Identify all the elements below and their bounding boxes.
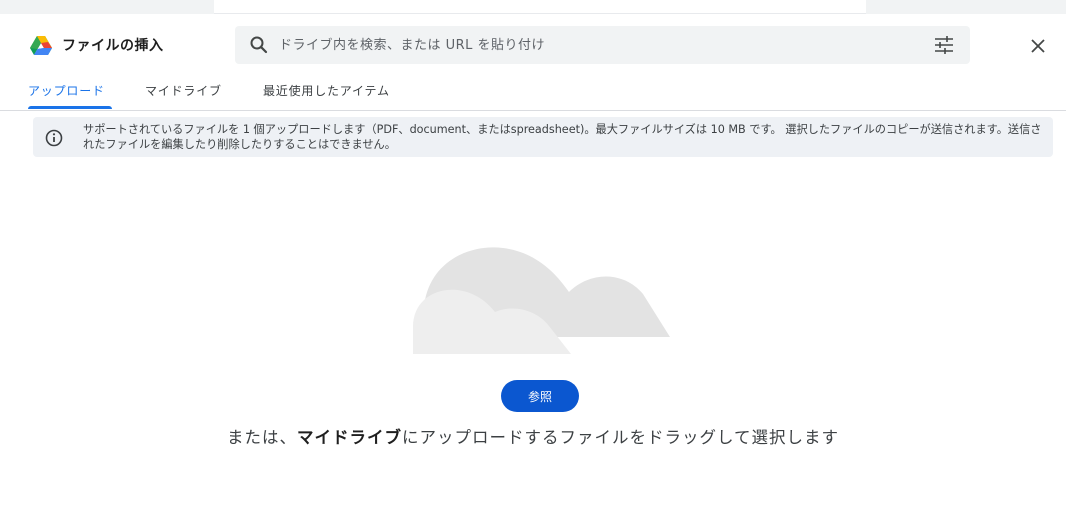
insert-file-dialog: ファイルの挿入 アップロード マイドライブ 最近使用したアイテム: [0, 0, 1066, 516]
info-banner-text: サポートされているファイルを 1 個アップロードします（PDF、document…: [83, 123, 1042, 151]
search-icon: [250, 36, 268, 54]
tune-icon[interactable]: [933, 35, 955, 55]
cloud-illustration-icon: [413, 247, 670, 354]
search-input[interactable]: [279, 26, 899, 64]
drag-text-suffix: にアップロードするファイルをドラッグして選択します: [401, 428, 839, 447]
info-banner: サポートされているファイルを 1 個アップロードします（PDF、document…: [33, 117, 1053, 157]
top-strip-divider: [214, 13, 866, 14]
drag-text-prefix: または、: [226, 428, 297, 447]
drag-instruction: または、マイドライブにアップロードするファイルをドラッグして選択します: [0, 424, 1066, 448]
browse-button[interactable]: 参照: [501, 380, 579, 412]
dialog-header: ファイルの挿入: [0, 24, 1066, 68]
top-strip-right: [866, 0, 1066, 14]
tab-bar: アップロード マイドライブ 最近使用したアイテム: [0, 72, 1066, 111]
close-icon[interactable]: [1026, 34, 1050, 58]
tab-upload[interactable]: アップロード: [28, 82, 105, 99]
tab-my-drive[interactable]: マイドライブ: [145, 82, 222, 99]
top-edge-strip: [0, 0, 1066, 14]
active-tab-indicator: [28, 106, 112, 109]
dialog-title: ファイルの挿入: [62, 38, 164, 54]
google-drive-logo-icon: [30, 36, 52, 55]
tab-recent[interactable]: 最近使用したアイテム: [263, 82, 390, 99]
top-strip-left: [0, 0, 214, 14]
drag-text-my-drive: マイドライブ: [296, 428, 402, 447]
search-bar[interactable]: [235, 26, 970, 64]
info-icon: [45, 129, 63, 147]
